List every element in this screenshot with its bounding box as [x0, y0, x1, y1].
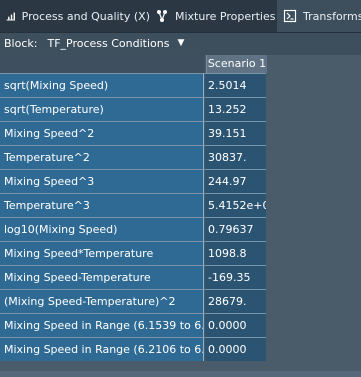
- block-selector: Block: TF_Process Conditions ▼: [0, 33, 361, 53]
- molecule-icon: [157, 10, 167, 22]
- block-label: Block:: [4, 36, 38, 50]
- row-label: sqrt(Temperature): [0, 98, 204, 121]
- row-label: sqrt(Mixing Speed): [0, 74, 204, 97]
- caret-down-icon[interactable]: ▼: [177, 38, 184, 48]
- value-cell[interactable]: 0.0000: [205, 338, 266, 361]
- value-cell[interactable]: 0.0000: [205, 314, 266, 337]
- table-row: sqrt(Temperature) 13.252: [0, 97, 266, 121]
- table-row: Mixing Speed^3 244.97: [0, 169, 266, 193]
- tab-mixture-properties[interactable]: Mixture Properties: [147, 0, 283, 32]
- column-header-scenario-1[interactable]: Scenario 1: [206, 55, 267, 73]
- table-row: log10(Mixing Speed) 0.79637: [0, 217, 266, 241]
- grid-corner: [0, 55, 205, 73]
- bottom-scrollbar[interactable]: [0, 371, 361, 377]
- value-cell[interactable]: 39.151: [205, 122, 266, 145]
- value-cell[interactable]: 28679.: [205, 290, 266, 313]
- bar-chart-icon: [6, 12, 15, 21]
- table-row: Mixing Speed-Temperature -169.35: [0, 265, 266, 289]
- row-label: Mixing Speed-Temperature: [0, 266, 204, 289]
- row-label: log10(Mixing Speed): [0, 218, 204, 241]
- value-cell[interactable]: 1098.8: [205, 242, 266, 265]
- row-label: (Mixing Speed-Temperature)^2: [0, 290, 204, 313]
- transforms-grid: Scenario 1 sqrt(Mixing Speed) 2.5014 sqr…: [0, 55, 361, 377]
- table-row: Temperature^3 5.4152e+06: [0, 193, 266, 217]
- table-row: Mixing Speed*Temperature 1098.8: [0, 241, 266, 265]
- value-cell[interactable]: 0.79637: [205, 218, 266, 241]
- tab-label: Process and Quality (X): [21, 9, 150, 23]
- table-row: Mixing Speed in Range (6.2106 to 6.2672)…: [0, 337, 266, 361]
- table-row: Mixing Speed in Range (6.1539 to 6.2106)…: [0, 313, 266, 337]
- row-label: Temperature^3: [0, 194, 204, 217]
- row-label: Temperature^2: [0, 146, 204, 169]
- table-row: sqrt(Mixing Speed) 2.5014: [0, 73, 266, 97]
- row-label: Mixing Speed*Temperature: [0, 242, 204, 265]
- tab-bar: Process and Quality (X) Mixture Properti…: [0, 0, 361, 33]
- value-cell[interactable]: 244.97: [205, 170, 266, 193]
- value-cell[interactable]: 13.252: [205, 98, 266, 121]
- table-row: Mixing Speed^2 39.151: [0, 121, 266, 145]
- row-label: Mixing Speed^3: [0, 170, 204, 193]
- tab-label: Transforms: [303, 9, 361, 23]
- tab-transforms[interactable]: Transforms: [277, 0, 361, 32]
- grid-header: Scenario 1: [0, 55, 267, 73]
- row-label: Mixing Speed in Range (6.1539 to 6.2106): [0, 314, 204, 337]
- tab-process-and-quality[interactable]: Process and Quality (X): [0, 0, 150, 32]
- row-label: Mixing Speed in Range (6.2106 to 6.2672): [0, 338, 204, 361]
- value-cell[interactable]: 5.4152e+06: [205, 194, 266, 217]
- value-cell[interactable]: -169.35: [205, 266, 266, 289]
- table-row: Temperature^2 30837.: [0, 145, 266, 169]
- tab-label: Mixture Properties: [175, 9, 276, 23]
- value-cell[interactable]: 30837.: [205, 146, 266, 169]
- value-cell[interactable]: 2.5014: [205, 74, 266, 97]
- block-value[interactable]: TF_Process Conditions: [47, 37, 169, 50]
- transform-icon: [283, 9, 297, 23]
- table-row: (Mixing Speed-Temperature)^2 28679.: [0, 289, 266, 313]
- row-label: Mixing Speed^2: [0, 122, 204, 145]
